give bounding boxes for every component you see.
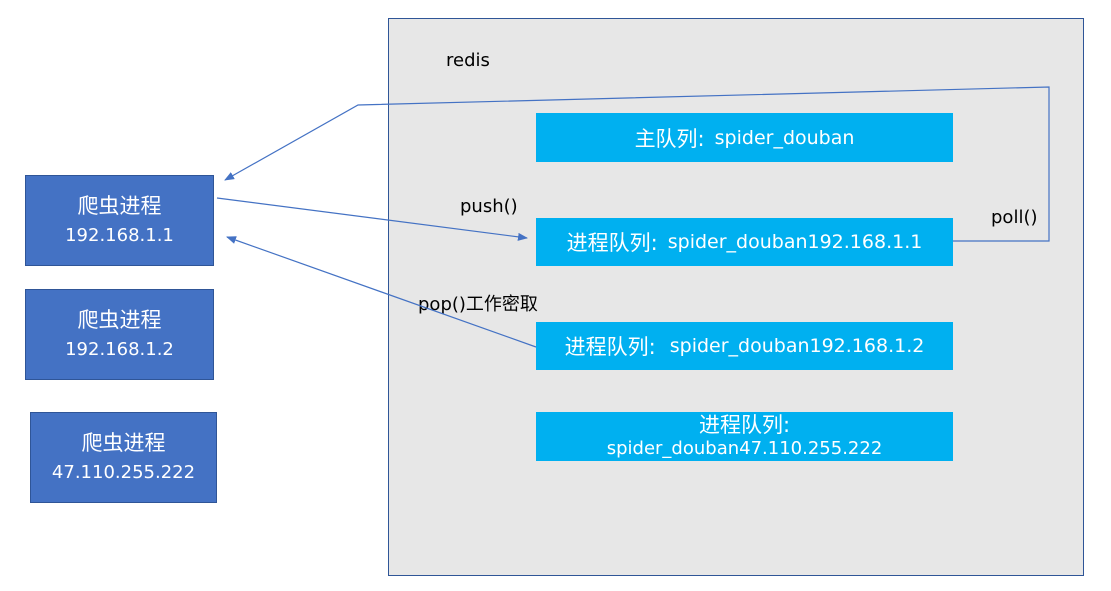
main-queue: 主队列: spider_douban [536,113,953,162]
process-queue-1-name: spider_douban192.168.1.1 [667,231,923,253]
pop-label: pop()工作密取 [418,294,538,315]
crawler-process-2-ip: 192.168.1.2 [65,338,174,360]
process-queue-3-prefix: 进程队列: [698,412,791,437]
process-queue-2-name: spider_douban192.168.1.2 [669,335,925,357]
process-queue-2: 进程队列: spider_douban192.168.1.2 [536,322,953,370]
main-queue-prefix: 主队列: [634,126,705,151]
process-queue-1-prefix: 进程队列: [566,231,658,255]
crawler-process-3-ip: 47.110.255.222 [51,461,196,483]
crawler-process-1: 爬虫进程 192.168.1.1 [25,175,214,266]
redis-label: redis [446,50,490,71]
crawler-process-3: 爬虫进程 47.110.255.222 [30,412,217,503]
main-queue-name: spider_douban [714,126,855,149]
process-queue-3-name: spider_douban47.110.255.222 [606,437,883,459]
process-queue-2-prefix: 进程队列: [564,335,656,359]
crawler-process-3-title: 爬虫进程 [81,430,166,455]
crawler-process-1-title: 爬虫进程 [77,193,162,218]
poll-label: poll() [991,207,1038,228]
crawler-process-2: 爬虫进程 192.168.1.2 [25,289,214,380]
process-queue-3: 进程队列: spider_douban47.110.255.222 [536,412,953,461]
push-label: push() [460,196,518,217]
crawler-process-2-title: 爬虫进程 [77,307,162,332]
process-queue-1: 进程队列: spider_douban192.168.1.1 [536,218,953,266]
crawler-process-1-ip: 192.168.1.1 [65,224,174,246]
